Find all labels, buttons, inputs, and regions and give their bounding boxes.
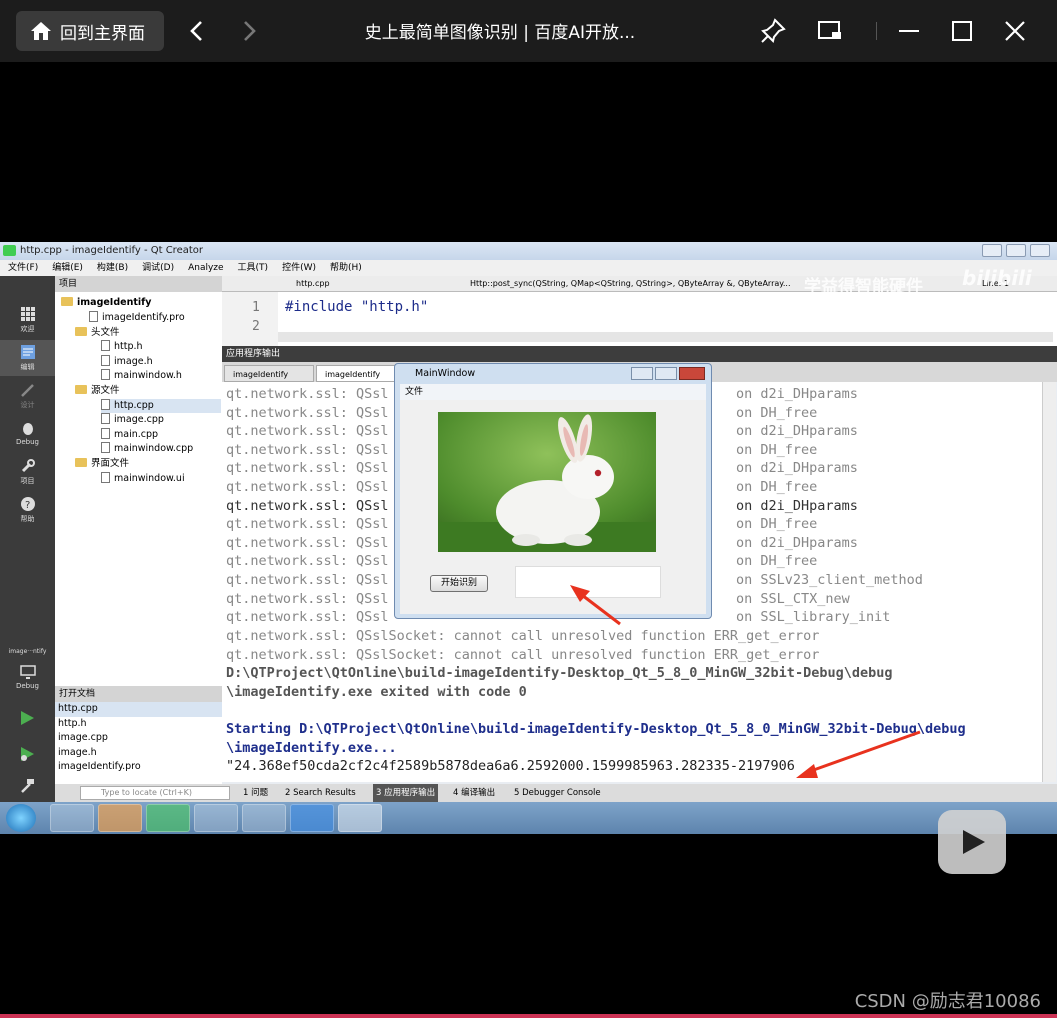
video-frame[interactable]: http.cpp - imageIdentify - Qt Creator 文件… [0,242,1057,834]
video-title: 史上最简单图像识别 | 百度AI开放... [364,23,636,43]
screen: { "player": { "home_label": "回到主界面", "ti… [0,0,1057,1018]
close-icon[interactable] [1000,16,1030,46]
pin-icon[interactable] [758,16,788,46]
player-top-bar: 回到主界面 史上最简单图像识别 | 百度AI开放... [0,0,1057,62]
minimize-icon[interactable] [894,16,924,46]
maximize-icon[interactable] [947,16,977,46]
arrow-icon [570,585,621,626]
divider [876,22,877,40]
csdn-watermark: CSDN @励志君10086 [854,991,1041,1012]
home-button-label: 回到主界面 [60,23,145,44]
back-icon[interactable] [184,18,210,44]
forward-icon[interactable] [236,18,262,44]
play-button[interactable] [938,810,1006,874]
home-button[interactable]: 回到主界面 [16,11,164,51]
arrow-icon [796,730,921,778]
annotation-arrows [570,585,921,778]
mini-window-icon[interactable] [815,16,845,46]
play-icon [963,830,985,854]
bottom-progress-bar [0,1014,1057,1018]
home-icon [31,22,51,40]
